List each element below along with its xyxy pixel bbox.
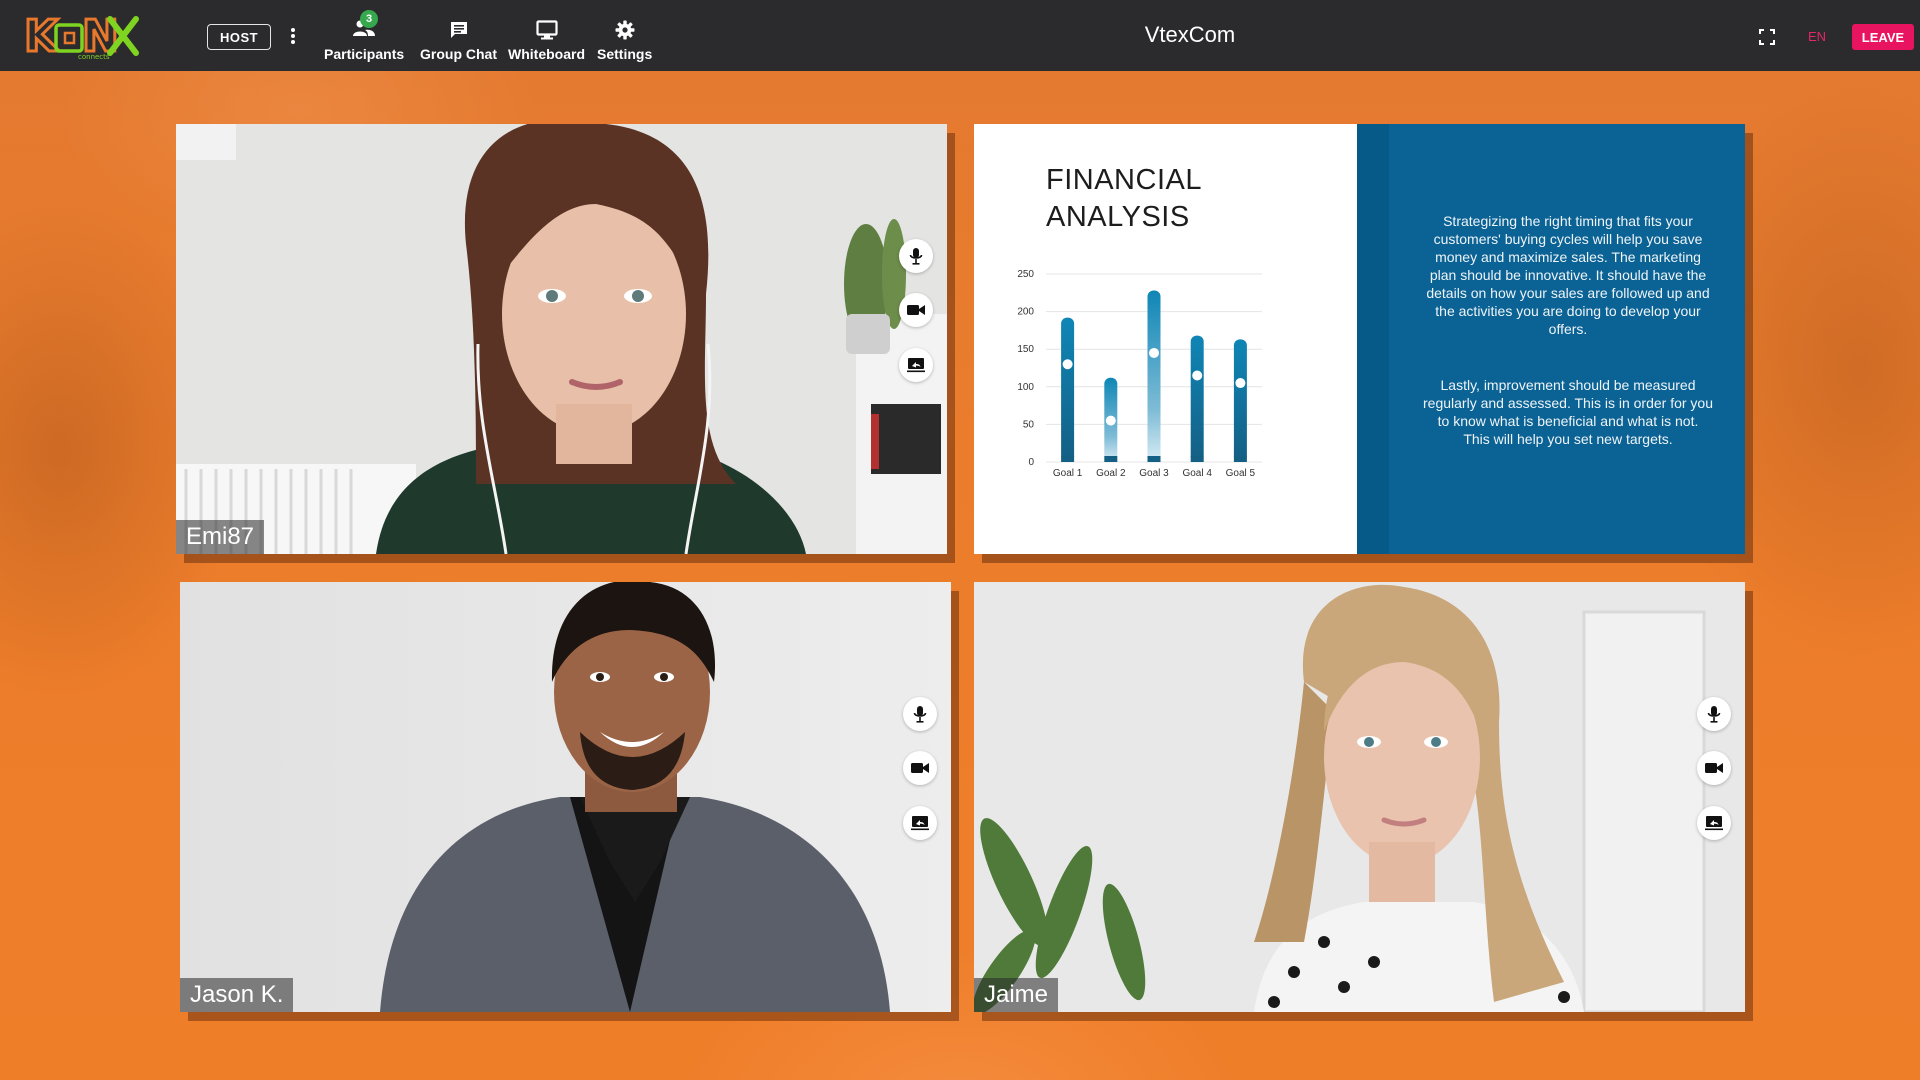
y-tick-label: 200 (1017, 307, 1034, 318)
slide-left-panel: FINANCIAL ANALYSIS 0 50 100 150 200 250 Goal 1… (974, 124, 1357, 554)
participant-video-jaime (974, 582, 1745, 1012)
participant-name-emi87: Emi87 (176, 520, 265, 554)
video-tile-jason: Jason K. (180, 582, 951, 1012)
app-logo: K N connects (24, 11, 139, 61)
y-tick-label: 150 (1017, 344, 1034, 355)
bar-5 (1233, 339, 1247, 462)
participant-name-jason: Jason K. (180, 978, 294, 1012)
bar-4 (1190, 335, 1204, 462)
screen-share-button[interactable] (903, 806, 937, 840)
screen-share-icon (911, 816, 929, 831)
mic-icon (909, 248, 923, 265)
settings-label: Settings (597, 46, 653, 62)
fullscreen-icon[interactable] (1758, 28, 1776, 46)
participant-video-jason (180, 582, 951, 1012)
video-tile-emi87: Emi87 (176, 124, 947, 554)
camera-icon (1705, 763, 1723, 773)
camera-button[interactable] (1697, 751, 1731, 785)
gear-icon (615, 20, 635, 40)
app-title: VtexCom (1144, 22, 1236, 47)
camera-icon (907, 305, 925, 315)
mic-icon (913, 706, 927, 723)
y-tick-label: 250 (1017, 269, 1034, 280)
y-tick-label: 0 (1028, 457, 1034, 468)
screen-share-button[interactable] (1697, 806, 1731, 840)
bar-marker (1105, 415, 1116, 426)
bar-marker (1149, 347, 1159, 358)
leave-button[interactable]: LEAVE (1852, 24, 1914, 50)
top-bar: K N connects HOST 3 Participants Group C… (0, 0, 1920, 71)
screen-share-icon (1705, 816, 1723, 831)
participants-count-badge: 3 (360, 10, 379, 28)
settings-button[interactable]: Settings (597, 14, 652, 62)
bar-1 (1061, 317, 1075, 462)
participants-label: Participants (324, 46, 405, 62)
y-tick-label: 100 (1017, 382, 1034, 393)
mic-button[interactable] (1697, 697, 1731, 731)
mic-button[interactable] (899, 239, 933, 273)
mic-button[interactable] (903, 697, 937, 731)
bar-chart: 0 50 100 150 200 250 Goal 1 Goal 2 Goal 3 Goal 4 G… (1017, 269, 1262, 479)
bar-marker (1192, 370, 1203, 381)
group-chat-button[interactable]: Group Chat (420, 14, 497, 62)
x-tick-label: Goal 5 (1226, 468, 1256, 479)
participant-name-jaime: Jaime (974, 978, 1059, 1012)
bar-base (1061, 456, 1075, 462)
whiteboard-label: Whiteboard (508, 46, 585, 62)
bar-marker (1235, 378, 1246, 389)
bar-base (1233, 456, 1247, 462)
chat-icon (450, 22, 467, 38)
bar-base (1104, 456, 1118, 462)
slide-paragraph-1: Strategizing the right timing that fits … (1426, 213, 1710, 337)
y-tick-label: 50 (1023, 419, 1035, 430)
shared-screen-tile: FINANCIAL ANALYSIS 0 50 100 150 200 250 Goal 1… (974, 124, 1745, 554)
x-tick-label: Goal 3 (1139, 468, 1169, 479)
bar-base (1147, 456, 1161, 462)
video-tile-jaime: Jaime (974, 582, 1745, 1012)
x-tick-label: Goal 1 (1053, 468, 1083, 479)
mic-icon (1707, 706, 1721, 723)
screen-share-icon (907, 358, 925, 373)
slide-paragraph-2: Lastly, improvement should be measured r… (1423, 377, 1713, 447)
group-chat-label: Group Chat (420, 46, 497, 62)
x-tick-label: Goal 2 (1096, 468, 1126, 479)
slide-title: FINANCIAL ANALYSIS (1046, 164, 1202, 233)
screen-share-button[interactable] (899, 348, 933, 382)
more-options-icon[interactable] (286, 24, 300, 48)
bar-base (1190, 456, 1204, 462)
host-button[interactable]: HOST (207, 24, 271, 50)
camera-button[interactable] (899, 293, 933, 327)
participant-video-emi87 (176, 124, 947, 554)
camera-icon (911, 763, 929, 773)
monitor-icon (535, 20, 558, 40)
svg-text:connects: connects (78, 53, 110, 61)
participants-button[interactable]: 3 Participants (324, 10, 405, 62)
slide-right-panel: Strategizing the right timing that fits … (1357, 124, 1745, 554)
bar-3 (1147, 290, 1161, 462)
camera-button[interactable] (903, 751, 937, 785)
language-selector[interactable]: EN (1808, 29, 1826, 44)
whiteboard-button[interactable]: Whiteboard (508, 14, 585, 62)
bar-marker (1062, 359, 1073, 370)
x-tick-label: Goal 4 (1182, 468, 1212, 479)
